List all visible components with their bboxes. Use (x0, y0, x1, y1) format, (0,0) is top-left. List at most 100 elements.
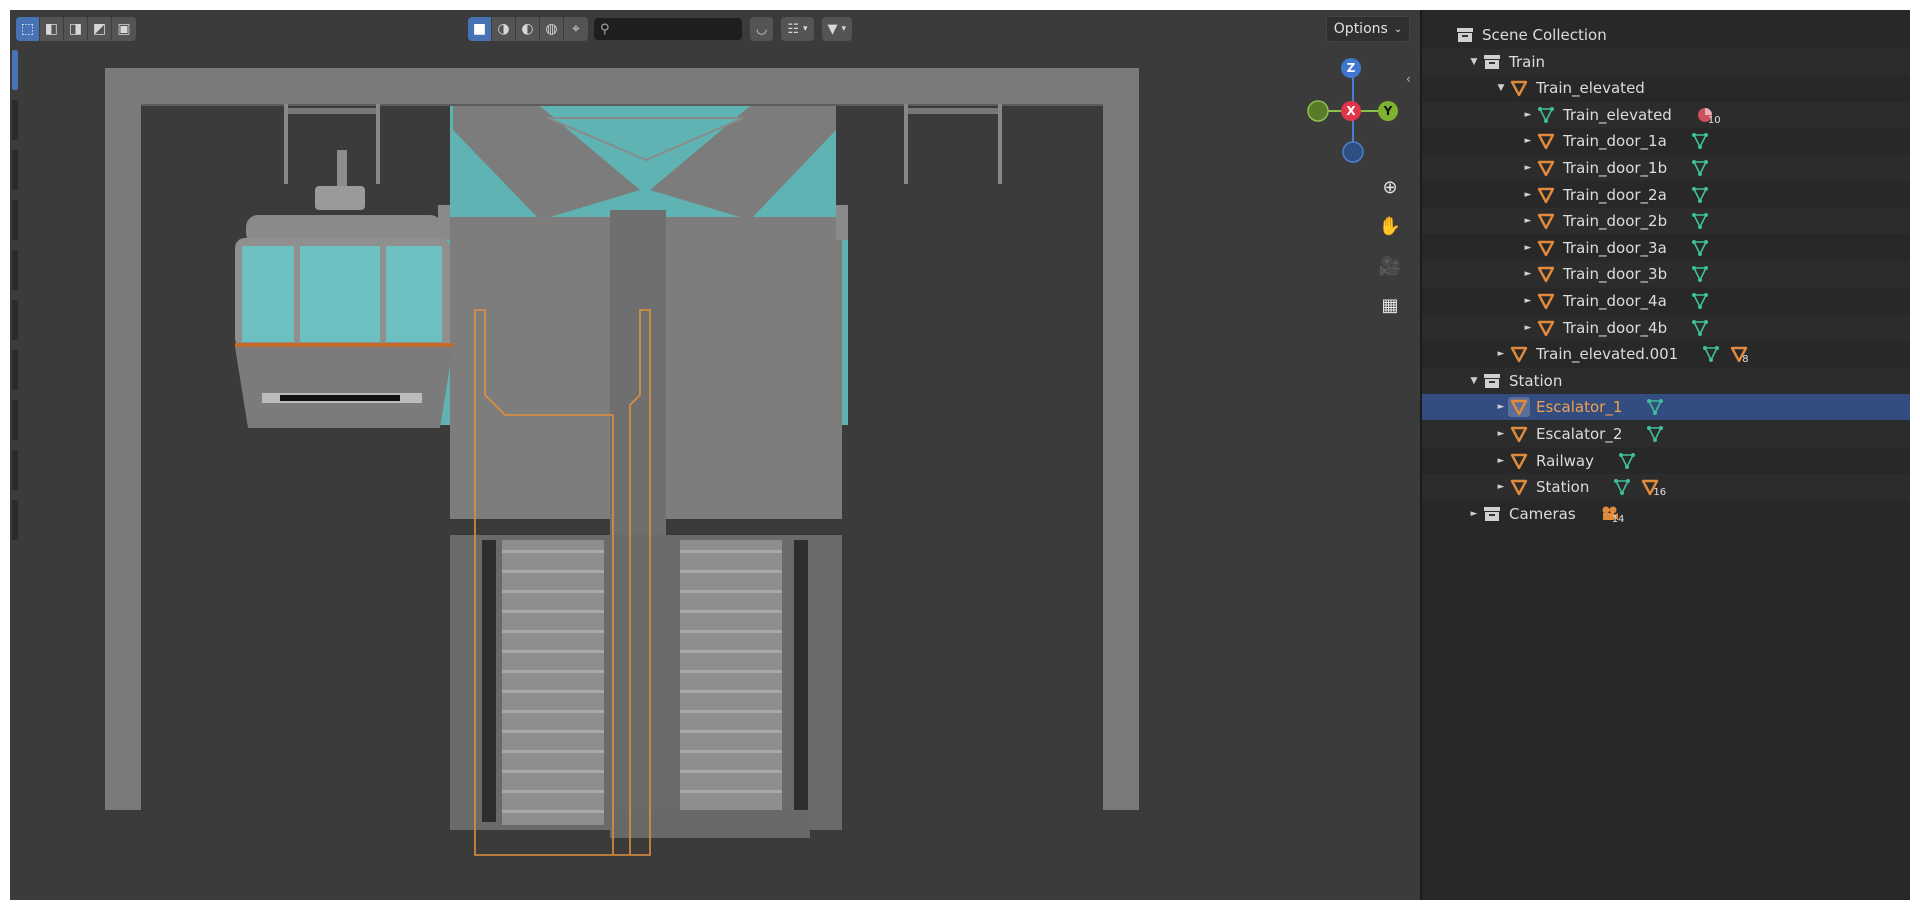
material-shading-icon[interactable]: ◑ (492, 17, 516, 41)
outliner-row[interactable]: ► Train_door_4a (1422, 288, 1910, 314)
outliner-row-label: Train_elevated.001 (1536, 345, 1679, 364)
tool-scale-icon[interactable] (12, 250, 18, 290)
object-orange-icon[interactable]: 8 (1730, 345, 1749, 365)
search-input[interactable]: ⚲ (594, 18, 742, 40)
mesh-green-icon[interactable] (1691, 265, 1709, 283)
chevron-down-icon: ▾ (803, 24, 808, 34)
outliner-row-label: Train_door_3b (1563, 265, 1668, 284)
camera-icon[interactable]: 14 (1600, 505, 1624, 525)
mesh-green-icon[interactable] (1646, 425, 1664, 443)
outliner-row[interactable]: ► Railway (1422, 448, 1910, 474)
select-box-icon[interactable]: ⬚ (16, 17, 40, 41)
zoom-icon[interactable]: ⊕ (1375, 172, 1405, 202)
outliner-row[interactable]: ► Train_elevated.001 8 (1422, 341, 1910, 367)
mesh-green-icon[interactable] (1646, 398, 1664, 416)
3d-viewport[interactable]: ⬚ ◧ ◨ ◩ ▣ ■ ◑ ◐ ◍ ⌖ ⚲ ◡ ☷ ▾ ▼ ▾ Options … (10, 10, 1420, 900)
options-button[interactable]: Options ⌄ (1326, 16, 1410, 42)
outliner-row[interactable]: ► Train_door_1b (1422, 155, 1910, 181)
collapsed-arrow-icon[interactable]: ► (1521, 136, 1535, 146)
collapsed-arrow-icon[interactable]: ► (1494, 456, 1508, 466)
gizmo-x-axis[interactable]: X (1341, 101, 1361, 121)
outliner-row[interactable]: ► Cameras 14 (1422, 501, 1910, 527)
mesh-green-icon[interactable] (1691, 292, 1709, 310)
collapsed-arrow-icon[interactable]: ► (1521, 296, 1535, 306)
collapsed-arrow-icon[interactable]: ► (1521, 243, 1535, 253)
outliner-row[interactable]: ▼ Train (1422, 48, 1910, 75)
outliner-row[interactable]: Scene Collection (1422, 22, 1910, 48)
tool-shelf[interactable] (10, 50, 20, 590)
outliner-row[interactable]: ► Train_door_4b (1422, 314, 1910, 341)
mesh-green-icon[interactable] (1691, 319, 1709, 337)
collapsed-arrow-icon[interactable]: ► (1521, 323, 1535, 333)
outliner-row[interactable]: ► Escalator_1 (1422, 394, 1910, 421)
tool-transform-icon[interactable] (12, 300, 18, 340)
curve-dropdown-button[interactable]: ◡ (750, 17, 774, 41)
collapsed-arrow-icon[interactable]: ► (1521, 216, 1535, 226)
solid-shading-icon[interactable]: ■ (468, 17, 492, 41)
select-intersect-icon[interactable]: ▣ (112, 17, 136, 41)
mesh-green-icon[interactable] (1691, 239, 1709, 257)
outliner-row[interactable]: ► Train_door_3a (1422, 235, 1910, 261)
gizmo-z-axis[interactable]: Z (1341, 58, 1361, 78)
tool-annotate-icon[interactable] (12, 350, 18, 390)
mesh-green-icon[interactable] (1691, 159, 1709, 177)
outliner-row[interactable]: ► Train_elevated 10 (1422, 101, 1910, 128)
object-orange-icon (1535, 318, 1557, 338)
filter-dropdown-button[interactable]: ▼ ▾ (821, 17, 853, 41)
escalator-step (680, 650, 782, 653)
outliner-row[interactable]: ▼ Station (1422, 367, 1910, 394)
gizmo-y-axis[interactable]: Y (1378, 101, 1398, 121)
object-orange-icon[interactable]: 16 (1641, 478, 1666, 498)
mesh-green-icon[interactable] (1618, 452, 1636, 470)
mesh-green-icon[interactable] (1691, 186, 1709, 204)
outliner-row[interactable]: ▼ Train_elevated (1422, 75, 1910, 101)
collapsed-arrow-icon[interactable]: ► (1494, 482, 1508, 492)
expanded-arrow-icon[interactable]: ▼ (1467, 376, 1481, 386)
hierarchy-dropdown-button[interactable]: ☷ ▾ (781, 17, 814, 41)
outliner-row[interactable]: ► Train_door_2a (1422, 182, 1910, 208)
outliner-row[interactable]: ► Train_door_3b (1422, 261, 1910, 288)
tool-extra-icon[interactable] (12, 500, 18, 540)
pan-hand-icon[interactable]: ✋ (1375, 211, 1405, 241)
mesh-green-icon[interactable] (1702, 345, 1720, 363)
tool-cursor-icon[interactable] (12, 100, 18, 140)
select-subtract-icon[interactable]: ◨ (64, 17, 88, 41)
mesh-green-icon[interactable] (1691, 132, 1709, 150)
orthographic-grid-icon[interactable]: ▦ (1375, 290, 1405, 320)
outliner-row[interactable]: ► Train_door_2b (1422, 208, 1910, 235)
chevron-down-icon: ⌄ (1393, 23, 1403, 35)
collapsed-arrow-icon[interactable]: ► (1467, 509, 1481, 519)
world-icon[interactable]: ◍ (540, 17, 564, 41)
tool-select-icon[interactable] (12, 50, 18, 90)
camera-view-icon[interactable]: 🎥 (1375, 251, 1405, 281)
select-extend-icon[interactable]: ◧ (40, 17, 64, 41)
curve-icon: ◡ (756, 21, 768, 37)
tool-measure-icon[interactable] (12, 400, 18, 440)
collapsed-arrow-icon[interactable]: ► (1521, 163, 1535, 173)
collapsed-arrow-icon[interactable]: ► (1521, 269, 1535, 279)
collapsed-arrow-icon[interactable]: ► (1494, 402, 1508, 412)
expanded-arrow-icon[interactable]: ▼ (1494, 83, 1508, 93)
outliner-row[interactable]: ► Escalator_2 (1422, 421, 1910, 447)
material-icon[interactable]: 10 (1696, 106, 1721, 126)
outliner-row[interactable]: ► Train_door_1a (1422, 128, 1910, 154)
collapsed-arrow-icon[interactable]: ► (1521, 190, 1535, 200)
tool-rotate-icon[interactable] (12, 200, 18, 240)
expanded-arrow-icon[interactable]: ▼ (1467, 57, 1481, 67)
object-orange-icon (1508, 344, 1530, 364)
outliner-row-label: Scene Collection (1482, 26, 1607, 44)
collapsed-arrow-icon[interactable]: ► (1521, 110, 1535, 120)
mesh-green-icon[interactable] (1613, 478, 1631, 496)
escalator-step (502, 770, 604, 773)
mesh-green-icon[interactable] (1691, 212, 1709, 230)
rendered-shading-icon[interactable]: ◐ (516, 17, 540, 41)
escalator-step (502, 590, 604, 593)
cursor-icon[interactable]: ⌖ (564, 17, 588, 41)
collapsed-arrow-icon[interactable]: ► (1494, 429, 1508, 439)
outliner-row[interactable]: ► Station 16 (1422, 474, 1910, 501)
select-invert-icon[interactable]: ◩ (88, 17, 112, 41)
scene-render[interactable] (10, 10, 1420, 900)
tool-move-icon[interactable] (12, 150, 18, 190)
tool-add-icon[interactable] (12, 450, 18, 490)
collapsed-arrow-icon[interactable]: ► (1494, 349, 1508, 359)
